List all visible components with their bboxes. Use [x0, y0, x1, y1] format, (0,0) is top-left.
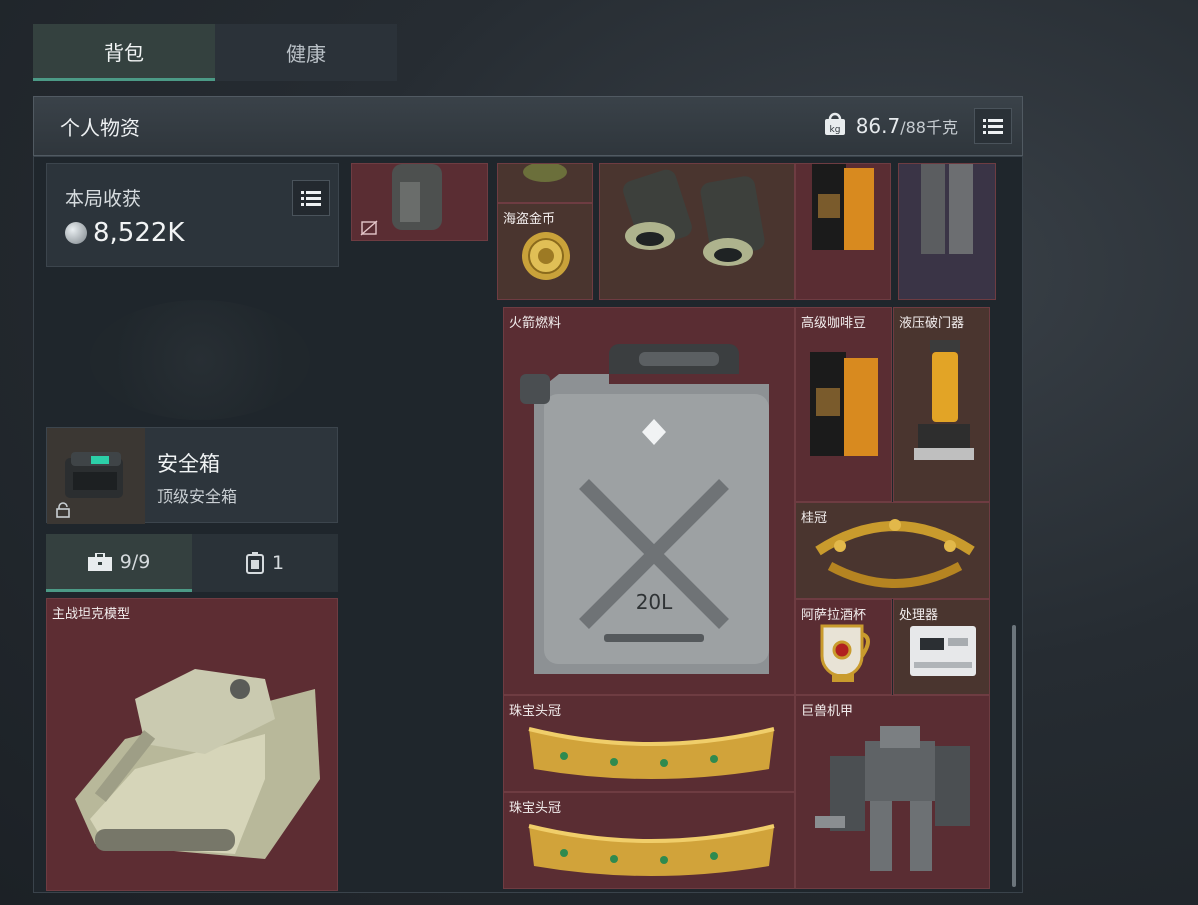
item-hydraulic-breacher[interactable]: 液压破门器 [893, 307, 990, 502]
metal-plate-image [921, 164, 973, 254]
binoculars-image [623, 169, 765, 266]
tab-case[interactable]: 9/9 [46, 534, 192, 592]
top-tabs: 背包 健康 [33, 24, 397, 81]
processor-image [910, 626, 976, 676]
crown-image [528, 824, 775, 876]
item-coffee-top[interactable] [795, 163, 891, 300]
item-jewel-crown-2[interactable]: 珠宝头冠 [503, 792, 795, 889]
safe-box-subtitle: 顶级安全箱 [157, 487, 238, 506]
item-label: 高级咖啡豆 [801, 316, 867, 331]
item-tank-model[interactable]: 主战坦克模型 [46, 598, 338, 891]
briefcase-icon [87, 552, 112, 571]
item-label: 火箭燃料 [509, 316, 562, 331]
pirate-coin-image [522, 232, 570, 280]
list-icon [301, 191, 321, 206]
lock-icon [55, 502, 71, 522]
coffee-bag-image [812, 164, 874, 250]
canister-image [523, 164, 567, 182]
mech-image [815, 726, 970, 871]
case-count: 9/9 [119, 550, 151, 573]
item-label: 海盗金币 [503, 212, 556, 227]
phone-icon [245, 552, 264, 574]
laurel-image [815, 519, 975, 588]
pouch-count: 1 [271, 552, 285, 574]
coin-icon [65, 222, 87, 244]
item-jewel-crown-1[interactable]: 珠宝头冠 [503, 695, 795, 792]
item-pirate-coin[interactable]: 海盗金币 [497, 203, 593, 300]
item-rocket-fuel[interactable]: 火箭燃料 20L [503, 307, 795, 695]
item-top-partial[interactable] [497, 163, 593, 203]
item-label: 处理器 [899, 608, 939, 623]
list-icon [983, 119, 1003, 134]
tab-backpack[interactable]: 背包 [33, 24, 215, 81]
tab-pouch[interactable]: 1 [192, 534, 338, 592]
container-tabs: 9/9 1 [46, 534, 338, 592]
item-metal-plate[interactable] [898, 163, 996, 300]
harvest-value-row: 8,522K [65, 218, 184, 248]
item-label: 液压破门器 [899, 316, 965, 331]
crown-image [528, 727, 775, 779]
harvest-label: 本局收获 [65, 188, 142, 210]
weight-capacity: /88千克 [900, 118, 958, 137]
item-processor[interactable]: 处理器 [893, 599, 990, 695]
cup-image [820, 624, 870, 682]
faction-emblem-watermark [90, 300, 310, 420]
item-arena-cup[interactable]: 阿萨拉酒杯 [795, 599, 892, 695]
jerrycan-image: 20L [520, 344, 769, 674]
header-title: 个人物资 [60, 115, 140, 140]
tab-health[interactable]: 健康 [215, 24, 397, 81]
backpack-image [392, 164, 442, 230]
svg-text:20L: 20L [636, 590, 673, 614]
round-harvest-card: 本局收获 8,522K [46, 163, 339, 267]
item-binoculars[interactable] [599, 163, 795, 300]
sort-menu-button[interactable] [974, 108, 1012, 144]
weight-readout: 86.7/88千克 [856, 114, 958, 138]
tank-image [75, 669, 320, 859]
item-label: 阿萨拉酒杯 [801, 608, 867, 623]
harvest-value: 8,522K [93, 218, 185, 248]
item-laurel[interactable]: 桂冠 [795, 502, 990, 599]
inventory-header: 个人物资 kg 86.7/88千克 [33, 96, 1023, 156]
weight-icon: kg [822, 111, 848, 141]
item-label: 主战坦克模型 [52, 607, 131, 622]
safe-box-name: 安全箱 [157, 452, 220, 476]
coffee-bag-image [810, 352, 878, 456]
breacher-image [914, 340, 974, 460]
svg-text:kg: kg [829, 125, 840, 135]
item-backpack-partial[interactable] [351, 163, 488, 241]
inventory-scrollbar[interactable] [1012, 625, 1016, 887]
item-giant-mech[interactable]: 巨兽机甲 [795, 695, 990, 889]
no-insure-icon [360, 220, 378, 240]
item-premium-coffee[interactable]: 高级咖啡豆 [795, 307, 892, 502]
safe-box-slot[interactable]: 安全箱 顶级安全箱 [46, 427, 338, 524]
harvest-details-button[interactable] [292, 180, 330, 216]
weight-value: 86.7 [855, 114, 901, 138]
